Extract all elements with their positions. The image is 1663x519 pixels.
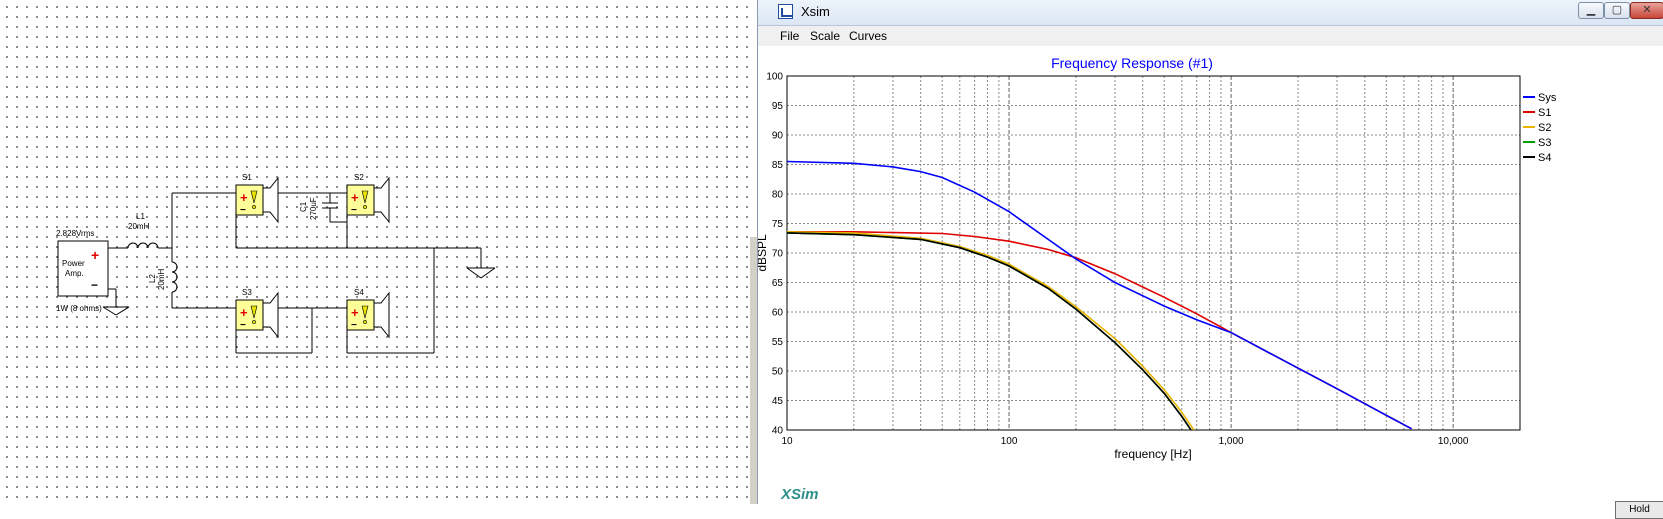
x-tick-labels: 10 100 1,000 10,000 [781, 436, 1468, 447]
xsim-window: Xsim ▁ ▢ ✕ File Scale Curves Frequency R… [757, 0, 1663, 519]
y-tick-label: 85 [772, 160, 784, 171]
menu-scale[interactable]: Scale [810, 29, 840, 43]
legend-label-s3: S3 [1538, 137, 1551, 149]
y-tick-label: 40 [772, 426, 784, 437]
s2-name-label: S2 [354, 173, 364, 182]
svg-text:−: − [351, 320, 357, 331]
y-tick-label: 55 [772, 337, 784, 348]
x-tick-label: 100 [1001, 436, 1018, 447]
menu-file[interactable]: File [780, 29, 799, 43]
source-voltage-label: 2.828Vrms [56, 229, 94, 238]
chart-grid [787, 76, 1520, 430]
inductor-l1-coil [127, 242, 159, 249]
y-tick-label: 100 [766, 72, 783, 83]
series-layer [787, 160, 1412, 430]
svg-text:−: − [240, 205, 246, 216]
legend-label-s1: S1 [1538, 107, 1551, 119]
chart-title: Frequency Response (#1) [1051, 55, 1213, 71]
schematic-canvas[interactable]: + − + − + − + − + − 2.828Vrms Power Amp.… [0, 0, 750, 504]
y-tick-label: 90 [772, 131, 784, 142]
amp-minus-mark: − [91, 278, 98, 292]
source-load-label: 1W (8 ohms) [56, 304, 102, 313]
source-name-line2: Amp. [65, 269, 84, 278]
l1-name-label: L1 [136, 212, 145, 221]
y-tick-label: 70 [772, 249, 784, 260]
y-tick-label: 95 [772, 101, 784, 112]
y-tick-label: 75 [772, 219, 784, 230]
svg-text:−: − [240, 320, 246, 331]
legend-label-sys: Sys [1538, 92, 1557, 104]
legend-label-s4: S4 [1538, 152, 1551, 164]
s4-name-label: S4 [354, 288, 364, 297]
y-tick-label: 65 [772, 278, 784, 289]
s1-plus-mark: + [240, 190, 248, 205]
c1-value-label: 270uF [309, 197, 318, 220]
x-tick-label: 10,000 [1438, 436, 1469, 447]
c1-name-label: C1 [299, 201, 308, 212]
menu-bar: File Scale Curves [758, 26, 1663, 46]
x-axis-label: frequency [Hz] [1114, 447, 1191, 461]
series-line-s1 [787, 231, 1412, 430]
maximize-button[interactable]: ▢ [1604, 2, 1630, 19]
inductor-l2-coil [171, 261, 178, 293]
series-line-sys [787, 160, 1412, 430]
s3-plus-mark: + [240, 305, 248, 320]
l2-name-label: L2 [148, 274, 157, 283]
s2-plus-mark: + [351, 190, 359, 205]
y-tick-label: 60 [772, 308, 784, 319]
xsim-app-icon[interactable] [778, 4, 793, 19]
xsim-logo: XSim [781, 486, 819, 503]
l1-value-label: 20mH [128, 222, 150, 231]
window-title: Xsim [801, 4, 830, 19]
chart-legend: Sys S1 S2 S3 S4 [1523, 92, 1557, 164]
s4-plus-mark: + [351, 305, 359, 320]
x-tick-label: 1,000 [1219, 436, 1244, 447]
l2-value-label: 20mH [157, 268, 166, 290]
s3-name-label: S3 [242, 288, 252, 297]
plot-area[interactable]: Frequency Response (#1) 40 45 50 55 60 65 70 75… [758, 46, 1663, 519]
menu-curves[interactable]: Curves [849, 29, 887, 43]
amp-plus-mark: + [91, 247, 99, 263]
y-tick-label: 50 [772, 367, 784, 378]
y-tick-label: 45 [772, 396, 784, 407]
schematic-drawing: + − + − + − + − + − 2.828Vrms Power Amp.… [56, 173, 496, 354]
svg-text:−: − [351, 205, 357, 216]
y-axis-label: dBSPL [758, 234, 769, 272]
x-tick-label: 10 [781, 436, 793, 447]
s1-name-label: S1 [242, 173, 252, 182]
background-strip [750, 237, 757, 504]
title-bar[interactable]: Xsim ▁ ▢ ✕ [758, 0, 1663, 26]
frequency-response-chart[interactable]: Frequency Response (#1) 40 45 50 55 60 65 70 75… [758, 46, 1663, 504]
close-button[interactable]: ✕ [1630, 2, 1663, 19]
y-tick-label: 80 [772, 190, 784, 201]
source-name-line1: Power [62, 259, 85, 268]
minimize-button[interactable]: ▁ [1578, 2, 1604, 19]
legend-label-s2: S2 [1538, 122, 1551, 134]
